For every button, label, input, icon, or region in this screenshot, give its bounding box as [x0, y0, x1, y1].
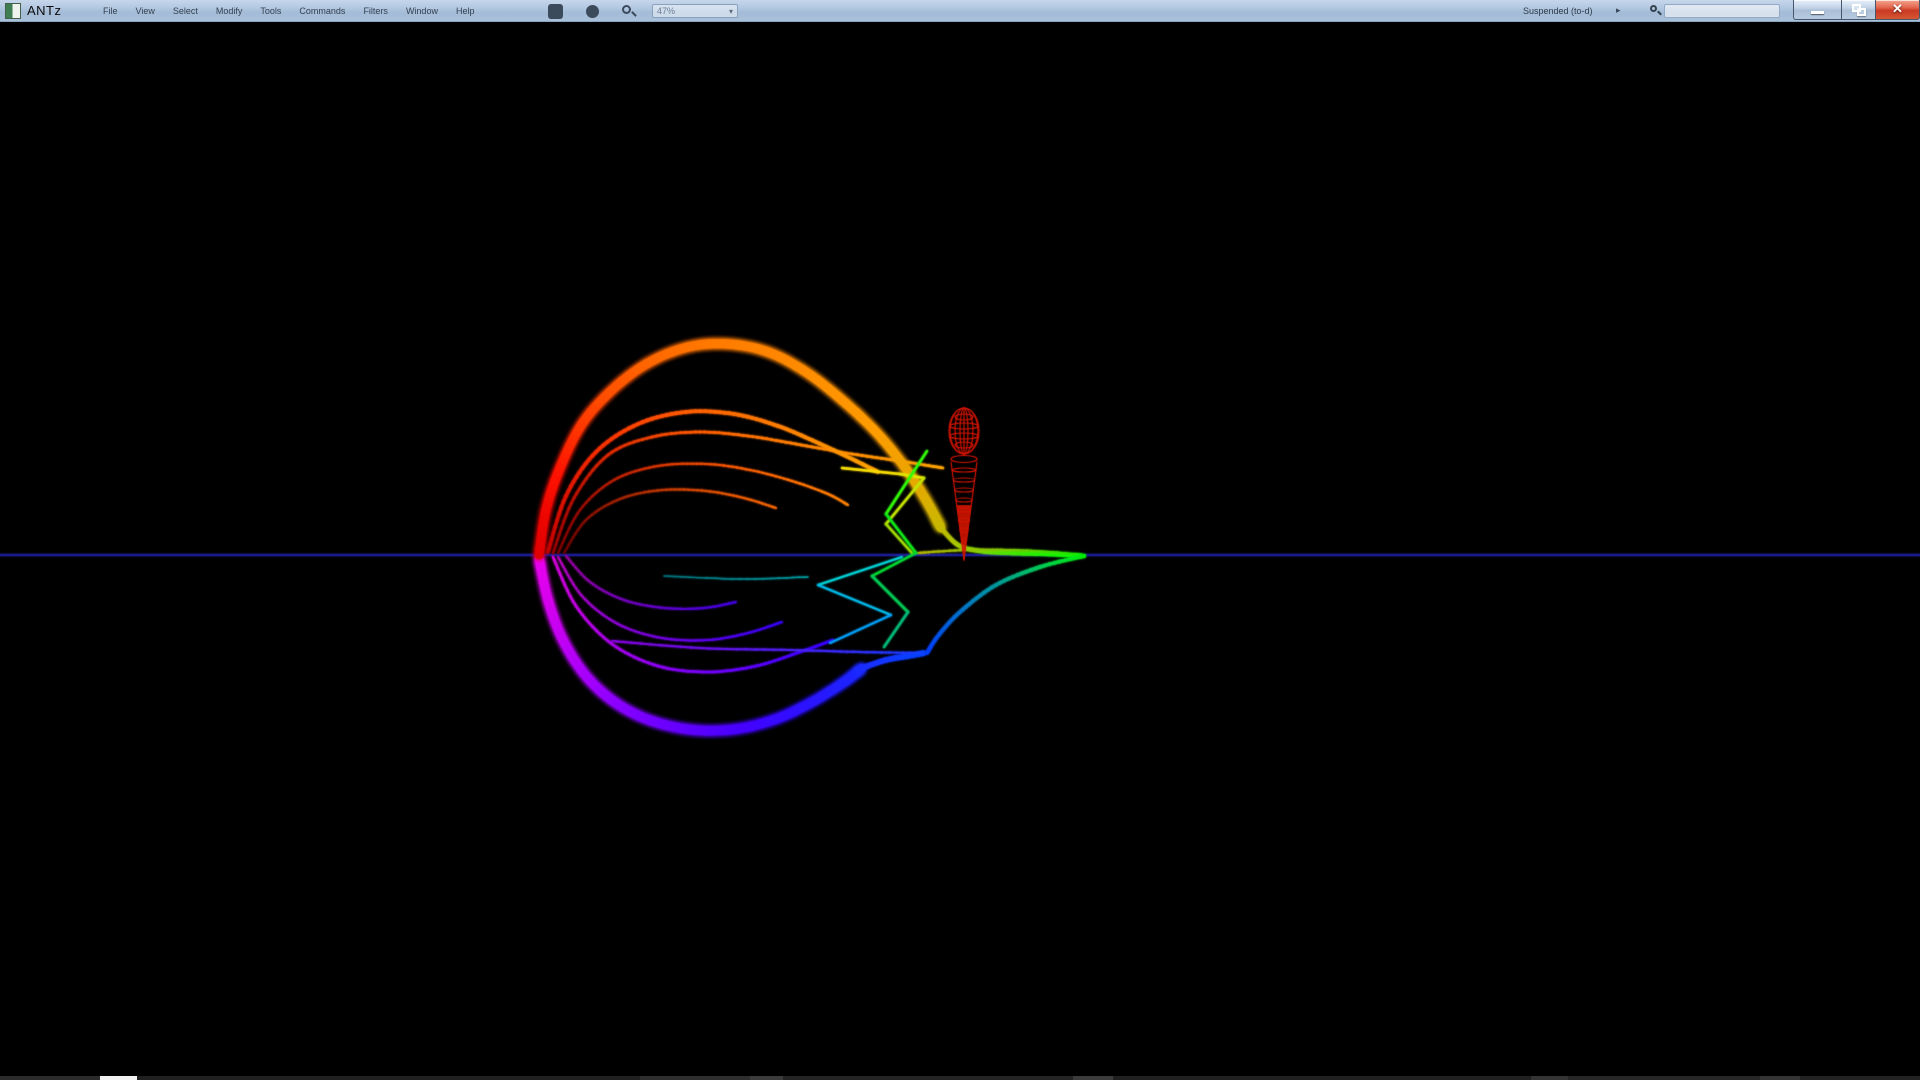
- taskbar-segment: [1568, 1076, 1760, 1080]
- search-icon[interactable]: [621, 4, 636, 19]
- restore-button[interactable]: [1841, 0, 1875, 20]
- taskbar-segment: [1800, 1076, 1920, 1080]
- titlebar: ANTz FileViewSelectModifyToolsCommandsFi…: [0, 0, 1920, 22]
- close-icon: ✕: [1892, 1, 1903, 17]
- titlebar-search-icon: [1650, 5, 1662, 17]
- taskbar-segment: [783, 1076, 1073, 1080]
- close-button[interactable]: ✕: [1875, 0, 1920, 20]
- taskbar-segment: [100, 1076, 137, 1080]
- taskbar-segment: [1760, 1076, 1800, 1080]
- menu-item[interactable]: View: [127, 0, 164, 22]
- search-lens: [622, 5, 631, 14]
- menu-item[interactable]: File: [94, 0, 127, 22]
- search-handle: [631, 11, 637, 17]
- window-title: ANTz: [27, 3, 62, 18]
- minimize-icon: [1811, 11, 1824, 14]
- taskbar-segment: [1113, 1076, 1531, 1080]
- record-icon[interactable]: [586, 5, 599, 18]
- minimize-button[interactable]: [1793, 0, 1841, 20]
- window-controls: ✕: [1793, 0, 1920, 20]
- titlebar-search-input[interactable]: [1664, 4, 1780, 18]
- menu-item[interactable]: Modify: [207, 0, 252, 22]
- restore-icon: [1852, 4, 1866, 16]
- menu-item[interactable]: Select: [164, 0, 207, 22]
- viewport-canvas[interactable]: [0, 0, 1920, 1080]
- taskbar-segment: [0, 1076, 100, 1080]
- taskbar-segment: [1531, 1076, 1568, 1080]
- status-label: Suspended (to-d): [1523, 6, 1593, 16]
- menubar: FileViewSelectModifyToolsCommandsFilters…: [94, 0, 483, 22]
- zoom-value: 47%: [657, 6, 675, 16]
- antz-window: ANTz FileViewSelectModifyToolsCommandsFi…: [0, 0, 1920, 1080]
- taskbar-segment: [1073, 1076, 1113, 1080]
- menu-item[interactable]: Filters: [354, 0, 397, 22]
- taskbar-segment: [137, 1076, 640, 1080]
- chevron-down-icon: ▾: [729, 7, 733, 16]
- titlebar-search-handle: [1657, 11, 1662, 16]
- grid-icon[interactable]: [548, 4, 563, 19]
- app-icon: [5, 3, 21, 19]
- titlebar-search-lens: [1650, 5, 1657, 12]
- zoom-combo[interactable]: 47% ▾: [652, 4, 738, 18]
- taskbar-segment: [750, 1076, 783, 1080]
- menu-item[interactable]: Commands: [290, 0, 354, 22]
- menu-item[interactable]: Tools: [251, 0, 290, 22]
- taskbar-segment: [640, 1076, 750, 1080]
- menu-item[interactable]: Window: [397, 0, 447, 22]
- menu-item[interactable]: Help: [447, 0, 484, 22]
- taskbar-sliver[interactable]: [0, 1076, 1920, 1080]
- status-arrow-icon: ▸: [1616, 5, 1621, 16]
